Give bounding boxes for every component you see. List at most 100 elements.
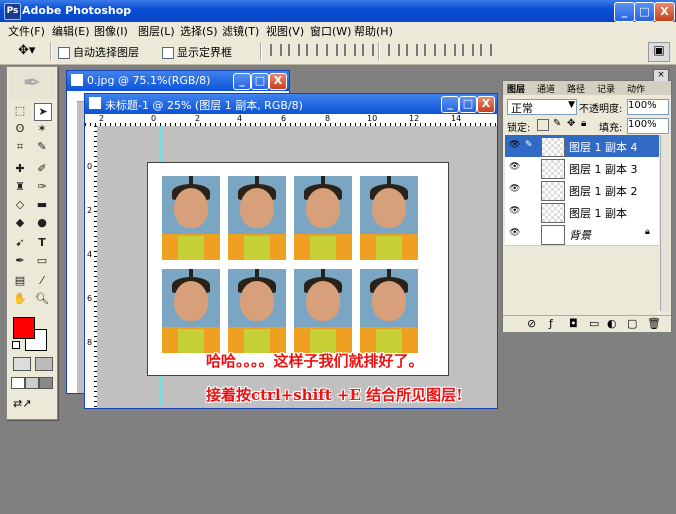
type-tool-icon[interactable]: T [34,235,50,251]
portrait-photo[interactable] [294,269,352,353]
standard-mode-icon[interactable] [13,357,31,371]
align-top-icon[interactable] [270,44,282,56]
portrait-photo[interactable] [294,176,352,260]
layer-row[interactable]: 👁︎ 图层 1 副本 3 [505,157,659,180]
lasso-tool-icon[interactable]: ʘ [12,121,28,137]
eraser-tool-icon[interactable]: ◇ [12,197,28,213]
new-layer-icon[interactable]: ▢ [627,317,637,330]
portrait-photo[interactable] [360,176,418,260]
lock-transparency-icon[interactable] [537,119,549,131]
portrait-photo[interactable] [360,269,418,353]
tab-actions[interactable]: 动作 [627,82,645,95]
doc-maximize-button[interactable]: □ [459,96,477,113]
distribute-hcenter-icon[interactable] [462,44,474,56]
align-hcenter-icon[interactable] [344,44,356,56]
minimize-button[interactable]: _ [614,2,635,22]
distribute-bottom-icon[interactable] [424,44,436,56]
notes-tool-icon[interactable]: ▤ [12,273,28,289]
slice-tool-icon[interactable]: ✎ [34,139,50,155]
magic-wand-icon[interactable]: ✶ [34,121,50,137]
close-button[interactable]: X [654,2,675,22]
tab-layers[interactable]: 图层 [507,82,525,95]
opacity-input[interactable]: 100% [627,99,669,115]
layer-row[interactable]: 👁︎ 图层 1 副本 2 [505,179,659,202]
eye-icon[interactable]: 👁︎ [509,206,521,216]
show-bounds-checkbox[interactable]: 显示定界框 [162,44,232,60]
crop-tool-icon[interactable]: ⌗ [12,139,28,155]
chevron-down-icon[interactable]: ▼ [568,100,575,110]
history-brush-icon[interactable]: ✑ [34,179,50,195]
fill-input[interactable]: 100% [627,118,669,134]
hand-tool-icon[interactable]: ✋ [12,291,28,307]
portrait-photo[interactable] [228,176,286,260]
brush-link-icon[interactable]: ✎ [525,140,533,150]
distribute-vcenter-icon[interactable] [406,44,418,56]
portrait-photo[interactable] [162,176,220,260]
checkbox-icon[interactable] [162,47,174,59]
eye-icon[interactable]: 👁︎ [509,184,521,194]
trash-icon[interactable]: 🗑︎ [647,317,661,330]
menu-help[interactable]: 帮助(H) [354,23,393,39]
default-colors-icon[interactable] [12,341,20,349]
brush-tool-icon[interactable]: ✐ [34,161,50,177]
link-layers-icon[interactable]: ⊘ [527,317,536,330]
distribute-top-icon[interactable] [388,44,400,56]
eye-icon[interactable]: 👁︎ [509,140,521,150]
checkbox-icon[interactable] [58,47,70,59]
doc-maximize-button[interactable]: □ [251,73,269,90]
screen-mode-full-menu-icon[interactable] [25,377,39,389]
foreground-color-swatch[interactable] [13,317,35,339]
move-tool-preset-icon[interactable]: ✥▾ [18,43,35,58]
align-left-icon[interactable] [326,44,338,56]
blend-mode-select[interactable]: 正常 ▼ [507,99,577,115]
auto-select-checkbox[interactable]: 自动选择图层 [58,44,139,60]
lock-position-icon[interactable]: ✥ [567,118,575,129]
maximize-button[interactable]: □ [634,2,655,22]
blur-tool-icon[interactable]: ◆ [12,215,28,231]
add-mask-icon[interactable]: ◘ [569,317,578,330]
new-group-icon[interactable]: ▭ [589,317,599,330]
doc-minimize-button[interactable]: _ [441,96,459,113]
pen-tool-icon[interactable]: ✒ [12,253,28,269]
file-browser-icon[interactable]: ▣ [648,42,670,62]
tab-history[interactable]: 记录 [597,82,615,95]
menu-edit[interactable]: 编辑(E) [52,23,90,39]
tab-paths[interactable]: 路径 [567,82,585,95]
clone-stamp-icon[interactable]: ♜ [12,179,28,195]
zoom-tool-icon[interactable]: 🔍︎ [34,291,50,307]
menu-image[interactable]: 图像(I) [94,23,128,39]
marquee-tool-icon[interactable]: ⬚ [12,103,28,119]
eyedropper-icon[interactable]: ⁄ [34,273,50,289]
menu-file[interactable]: 文件(F) [8,23,45,39]
align-vcenter-icon[interactable] [288,44,300,56]
adjustment-layer-icon[interactable]: ◐ [607,317,617,330]
screen-mode-standard-icon[interactable] [11,377,25,389]
menu-view[interactable]: 视图(V) [266,23,304,39]
move-tool-icon[interactable]: ➤ [34,103,52,121]
quickmask-mode-icon[interactable] [35,357,53,371]
screen-mode-full-icon[interactable] [39,377,53,389]
layer-row[interactable]: 👁︎ 图层 1 副本 [505,201,659,224]
gradient-tool-icon[interactable]: ▬ [34,197,50,213]
dodge-tool-icon[interactable]: ● [34,215,50,231]
lock-all-icon[interactable]: 🔒︎ [581,118,586,129]
menu-layer[interactable]: 图层(L) [138,23,175,39]
doc-minimize-button[interactable]: _ [233,73,251,90]
menu-select[interactable]: 选择(S) [180,23,218,39]
tab-channels[interactable]: 通道 [537,82,555,95]
layer-row[interactable]: 👁︎ 背景 🔒︎ [505,223,659,246]
distribute-right-icon[interactable] [480,44,492,56]
distribute-left-icon[interactable] [444,44,456,56]
jump-to-imageready-icon[interactable]: ⇄↗ [13,397,49,411]
layers-scrollbar[interactable] [660,135,670,311]
layer-style-icon[interactable]: ƒ [549,317,553,330]
menu-filter[interactable]: 滤镜(T) [222,23,259,39]
path-select-icon[interactable]: ➹ [12,235,28,251]
doc-close-button[interactable]: X [269,73,287,90]
doc-close-button[interactable]: X [477,96,495,113]
portrait-photo[interactable] [228,269,286,353]
lock-image-icon[interactable]: ✎ [553,118,561,129]
menu-window[interactable]: 窗口(W) [310,23,351,39]
shape-tool-icon[interactable]: ▭ [34,253,50,269]
eye-icon[interactable]: 👁︎ [509,228,521,238]
